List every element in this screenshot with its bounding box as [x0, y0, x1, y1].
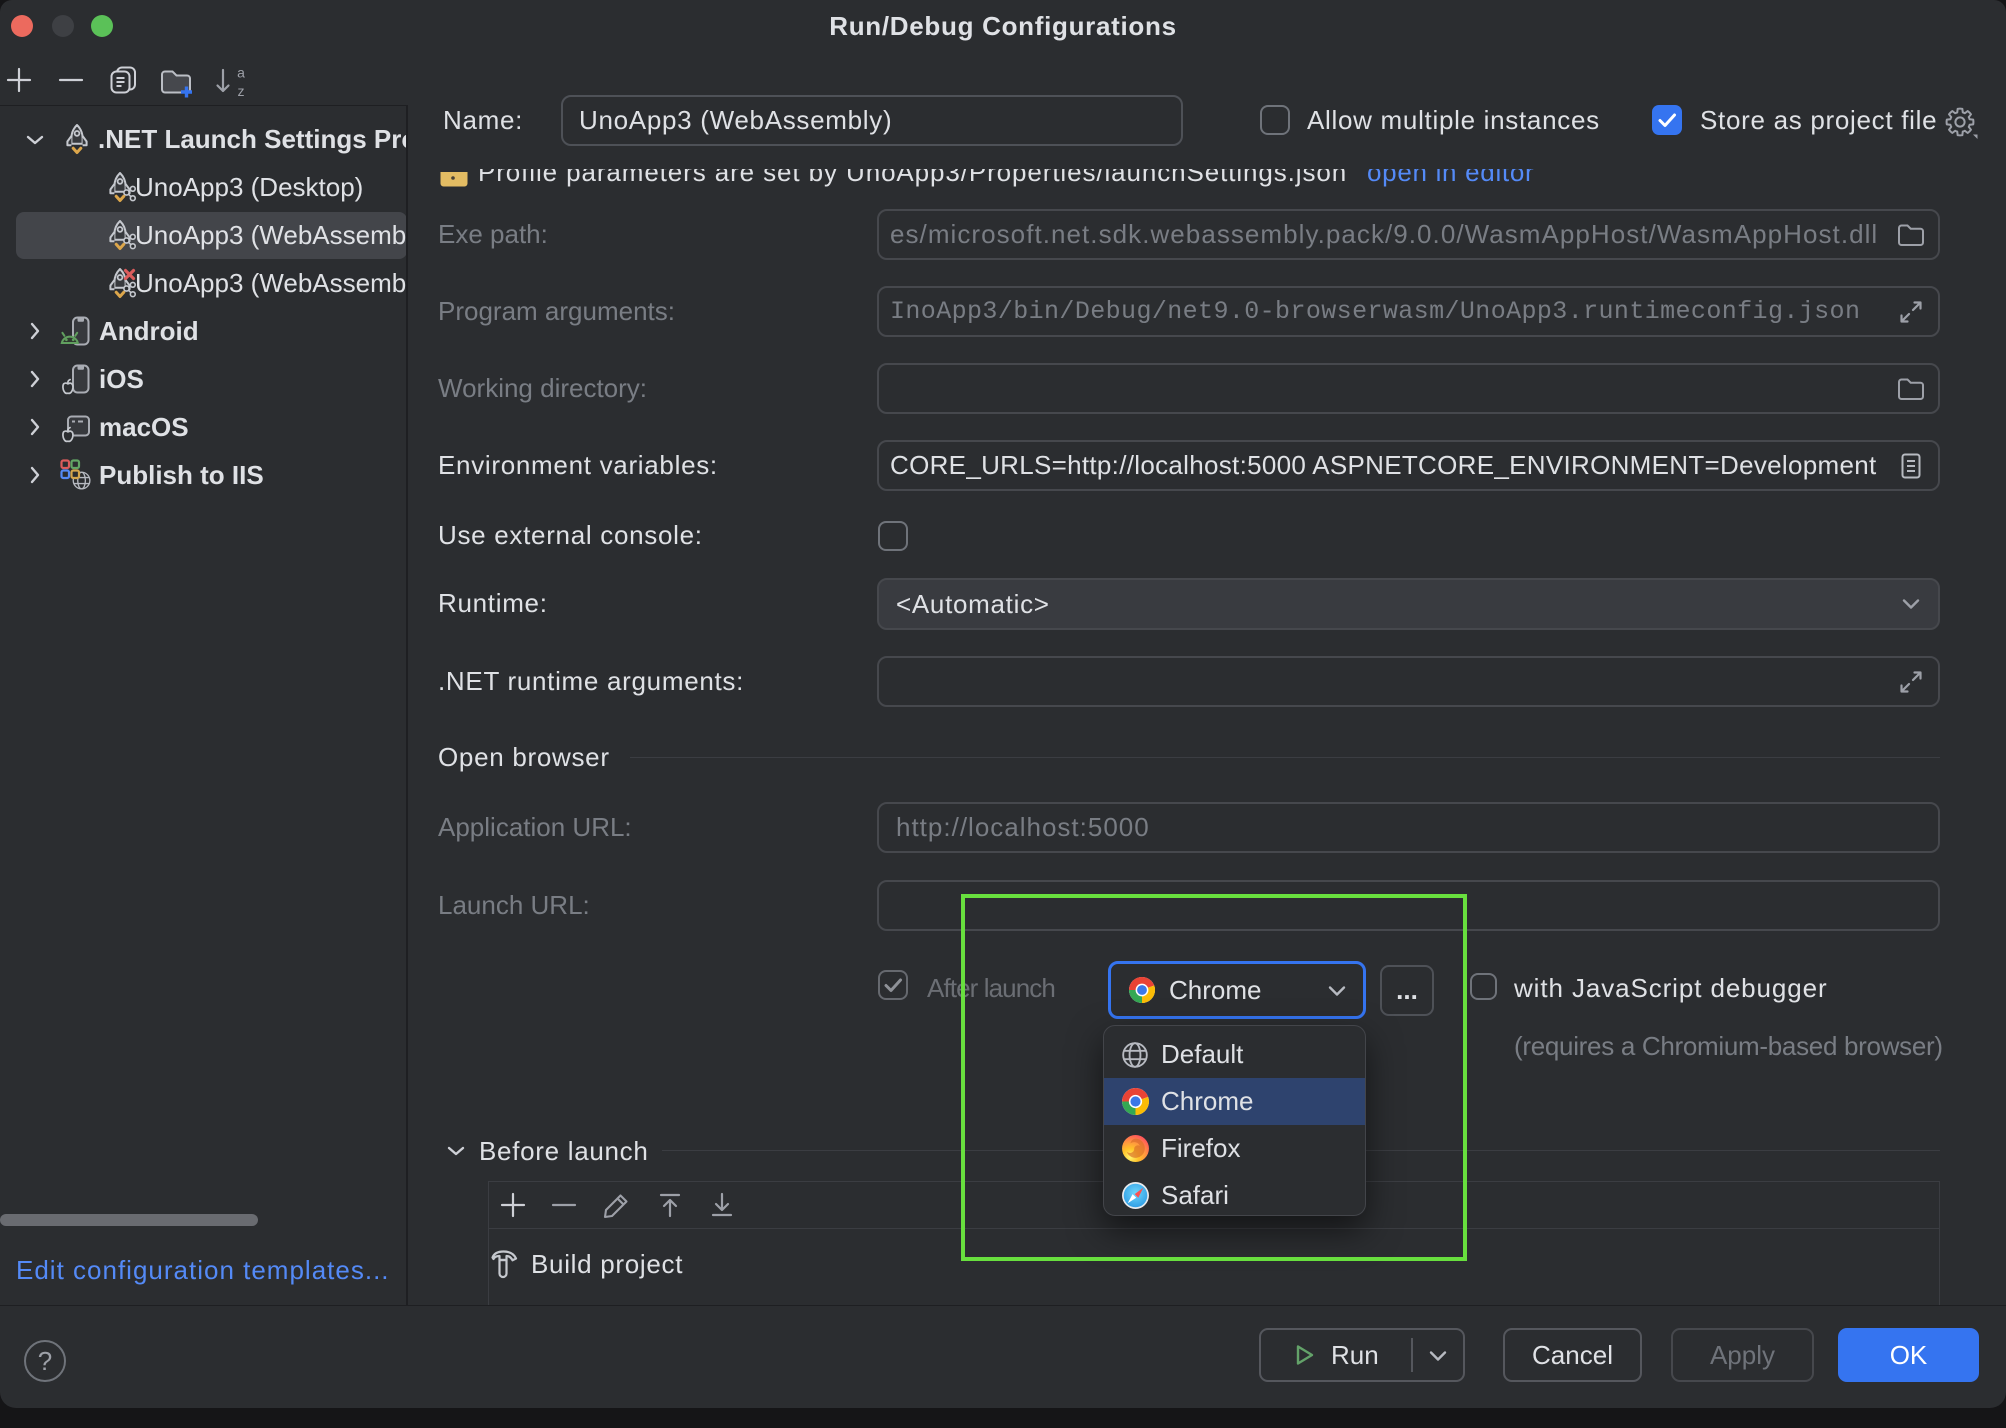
svg-text:a: a [237, 65, 245, 81]
svg-text:z: z [238, 83, 245, 99]
